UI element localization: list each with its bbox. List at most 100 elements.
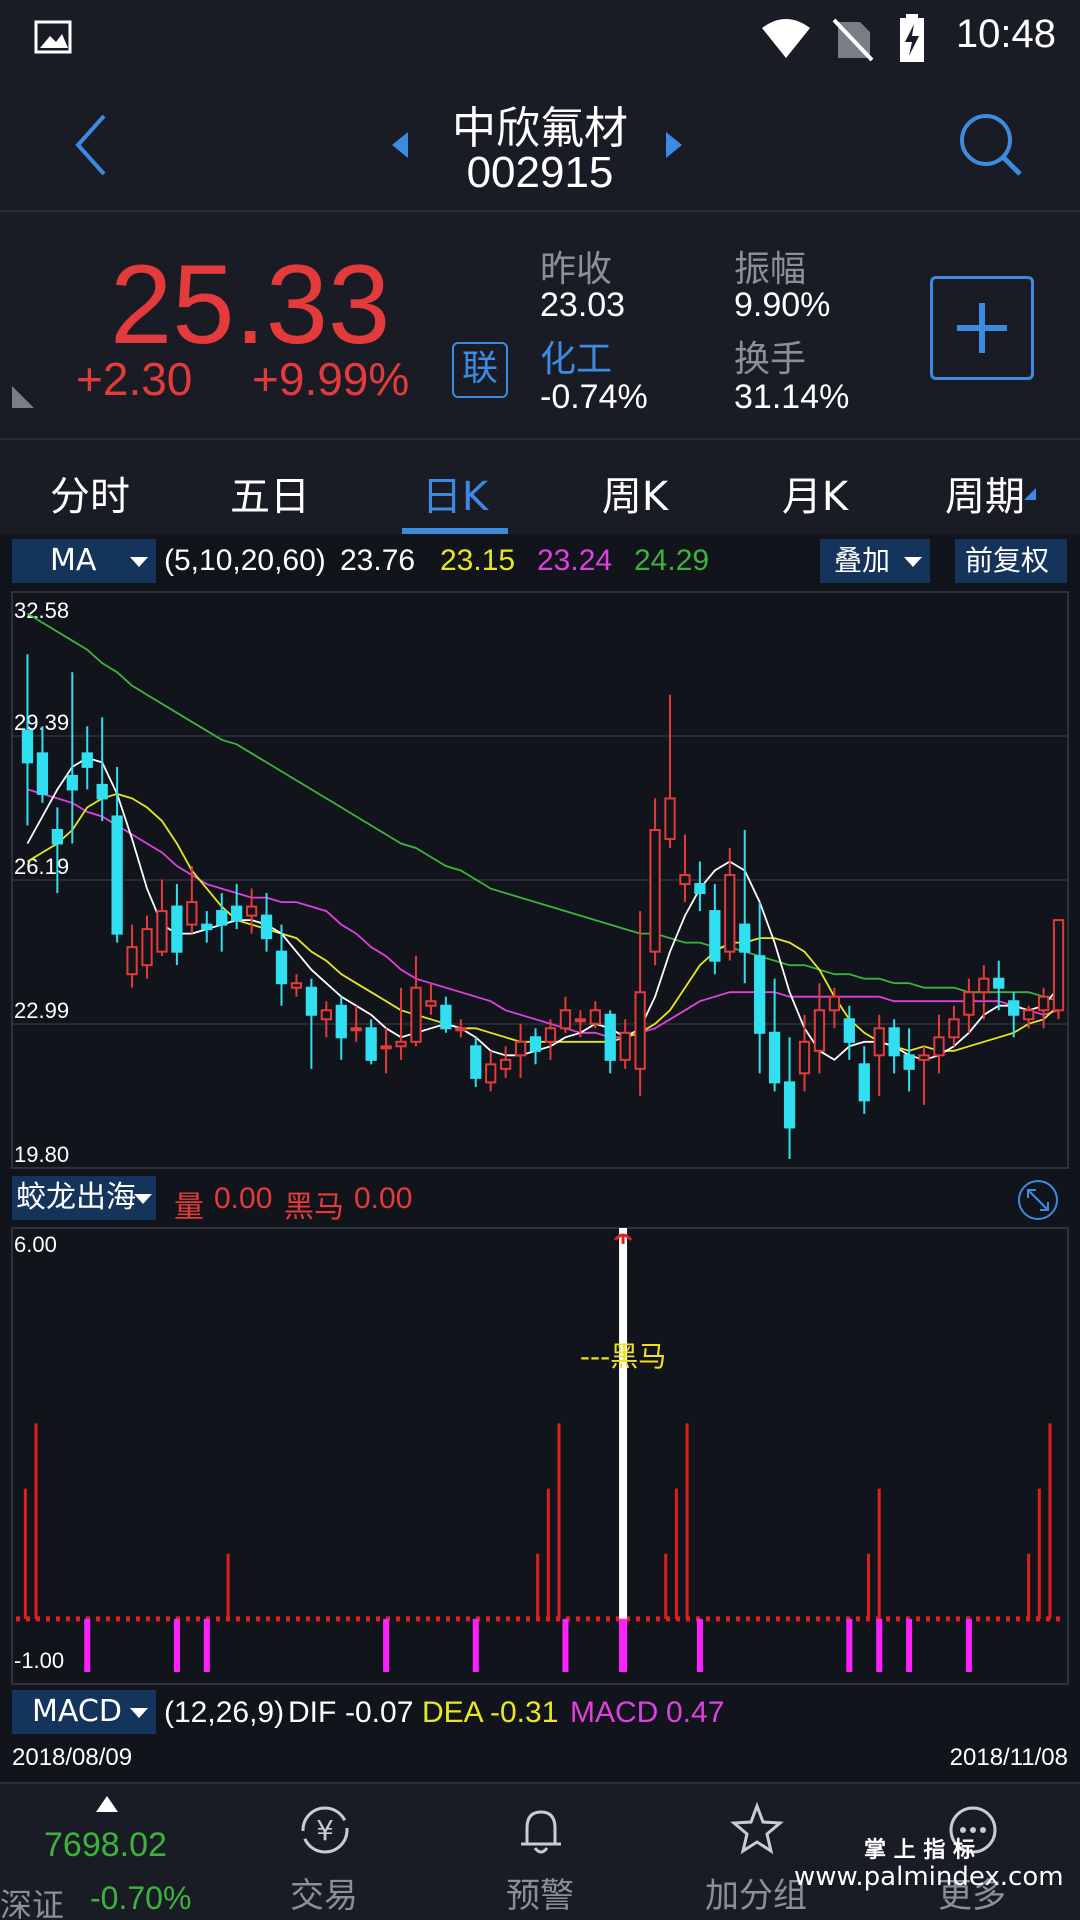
candle-body	[828, 995, 841, 1012]
turnover-label: 换手	[734, 339, 807, 380]
candle-body	[739, 923, 751, 953]
candle-body	[111, 815, 123, 935]
period-tabs: 分时 五日 日K 周K 月K 周期	[0, 438, 1080, 534]
tab-daily-k[interactable]: 日K	[402, 464, 508, 522]
status-bar: 10:48	[0, 0, 1080, 80]
index-value: 7698.02	[44, 1826, 167, 1864]
ma-selector-label: MA	[50, 543, 97, 578]
nav-alert-label: 预警	[506, 1876, 574, 1916]
candle-body	[589, 1009, 601, 1025]
search-icon[interactable]	[956, 110, 1026, 180]
next-stock-icon[interactable]	[662, 130, 686, 160]
signal-chart[interactable]: 6.00 -1.00 ---黑马	[0, 1226, 1080, 1686]
tab-intraday[interactable]: 分时	[40, 464, 140, 522]
candle-body	[305, 986, 318, 1016]
battery-charging-icon	[900, 14, 924, 62]
candle-body	[514, 1040, 527, 1057]
amplitude-value: 9.90%	[734, 286, 831, 324]
candle-body	[66, 774, 78, 791]
candle-body	[664, 797, 676, 840]
active-tab-indicator	[402, 528, 508, 534]
macd-selector-label: MACD	[32, 1694, 122, 1729]
candle-body	[1037, 995, 1050, 1012]
star-icon	[730, 1802, 784, 1855]
chevron-down-icon	[904, 557, 922, 567]
candle-body	[290, 982, 303, 989]
candlestick-chart[interactable]: 32.5829.3926.1922.9919.80	[0, 588, 1080, 1174]
nav-add-group[interactable]: 加分组	[676, 1784, 836, 1920]
add-watchlist-button[interactable]	[930, 276, 1034, 380]
watermark-title: 掌 上 指 标	[864, 1838, 975, 1863]
index-name: 深证	[0, 1886, 65, 1920]
candle-body	[888, 1027, 900, 1057]
tab-monthly-k[interactable]: 月K	[760, 464, 870, 522]
candle-body	[171, 905, 183, 953]
image-notification-icon	[34, 20, 72, 54]
overlay-selector[interactable]: 叠加	[820, 539, 930, 583]
index-ticker[interactable]: 7698.02 深证 -0.70%	[0, 1784, 216, 1920]
tab-five-day[interactable]: 五日	[220, 464, 320, 522]
svg-text:¥: ¥	[316, 1814, 334, 1847]
price-change-percent: +9.99%	[252, 353, 410, 405]
dif-label: DIF	[288, 1696, 337, 1729]
candle-body	[903, 1054, 915, 1070]
chevron-down-icon	[130, 557, 148, 567]
overlay-label: 叠加	[834, 544, 891, 577]
indicator-selector[interactable]: 蛟龙出海	[12, 1176, 156, 1220]
related-badge[interactable]: 联	[452, 342, 508, 398]
corner-triangle-icon	[12, 386, 34, 408]
macd-value: 0.47	[666, 1696, 725, 1729]
dea-label: DEA	[422, 1696, 484, 1729]
candle-body	[978, 977, 990, 994]
candle-body	[933, 1036, 945, 1057]
indicator-selector-label: 蛟龙出海	[16, 1180, 136, 1215]
amplitude-label: 振幅	[734, 249, 807, 290]
chevron-down-icon	[130, 1708, 148, 1718]
turnover-value: 31.14%	[734, 378, 850, 416]
candle-body	[455, 1027, 467, 1032]
candle-body	[783, 1081, 796, 1129]
ma10-value: 23.15	[440, 544, 516, 577]
candle-body	[500, 1058, 512, 1070]
y-tick-label: 32.58	[14, 598, 69, 623]
candle-body	[679, 874, 691, 886]
candle-body	[798, 1040, 811, 1075]
prev-close-value: 23.03	[540, 286, 626, 324]
tab-weekly-k[interactable]: 周K	[580, 464, 690, 522]
candle-body	[216, 910, 228, 926]
nav-trade[interactable]: ¥ 交易	[244, 1784, 404, 1920]
back-icon[interactable]	[70, 110, 110, 180]
y-tick-label: 26.19	[14, 854, 69, 879]
candle-body	[843, 1018, 855, 1043]
candle-body	[156, 910, 168, 953]
yuan-exchange-icon: ¥	[301, 1806, 349, 1854]
macd-selector[interactable]: MACD	[12, 1690, 156, 1734]
adjust-button[interactable]: 前复权	[955, 539, 1067, 583]
dif-value: -0.07	[345, 1696, 414, 1729]
status-time: 10:48	[955, 12, 1056, 56]
dark-horse-annotation: ---黑马	[580, 1340, 666, 1373]
dark-horse-label: 黑马	[284, 1191, 344, 1224]
candle-body	[634, 991, 646, 1070]
ma60-value: 24.29	[634, 544, 710, 577]
signal-arrow-icon	[613, 1233, 633, 1244]
bottom-navigation: 7698.02 深证 -0.70% ¥ 交易 预警 加分组 更多 掌 上 指 标…	[0, 1782, 1080, 1920]
candle-body	[768, 1031, 781, 1084]
nav-trade-label: 交易	[290, 1876, 358, 1916]
wifi-icon	[762, 19, 810, 58]
nav-alert[interactable]: 预警	[460, 1784, 620, 1920]
candle-body	[559, 1009, 572, 1030]
ma-selector[interactable]: MA	[12, 539, 156, 583]
expand-icon[interactable]	[1016, 1178, 1060, 1222]
start-date: 2018/08/09	[12, 1744, 133, 1771]
candle-body	[365, 1027, 377, 1061]
stock-header: 中欣氟材 002915	[0, 80, 1080, 212]
candle-body	[485, 1063, 497, 1084]
no-sim-icon	[832, 18, 874, 62]
prev-close-label: 昨收	[540, 249, 613, 290]
y-tick-label: 19.80	[14, 1142, 69, 1167]
period-dropdown-icon	[1024, 488, 1036, 500]
candle-body	[51, 828, 63, 845]
candle-body	[141, 928, 153, 967]
sector-link[interactable]: 化工	[540, 330, 612, 382]
